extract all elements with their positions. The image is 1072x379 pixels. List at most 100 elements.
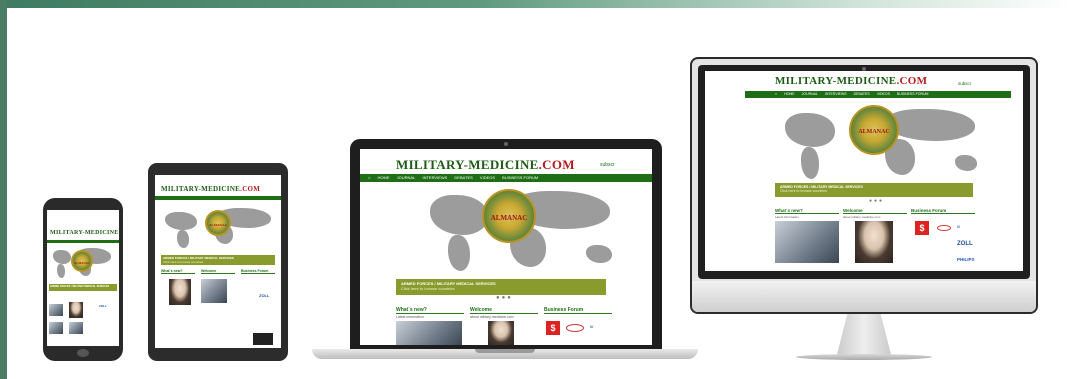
world-map[interactable]: ALMANAC <box>47 244 119 282</box>
news-photo[interactable] <box>396 321 462 345</box>
welcome-heading: Welcome <box>201 269 235 274</box>
logo-text: MILITARY-MEDICINE <box>775 75 897 87</box>
welcome-photo <box>488 321 514 345</box>
almanac-banner[interactable]: ARMED FORCES / MILITARY MEDICAL SERVICES… <box>775 183 973 197</box>
map-south-america <box>448 235 470 271</box>
world-map[interactable]: ALMANAC <box>155 202 281 254</box>
sponsor-logo-oval[interactable] <box>566 324 584 332</box>
almanac-emblem[interactable]: ALMANAC <box>205 210 231 236</box>
whats-new-heading: What´s new? <box>161 269 195 274</box>
language-switch[interactable]: subscr <box>600 162 615 168</box>
nav-home[interactable]: ⌂ <box>368 174 370 182</box>
almanac-emblem[interactable]: ALMANAC <box>849 105 899 155</box>
whats-new-heading: What´s new? <box>775 208 839 214</box>
almanac-banner[interactable]: ARMED FORCES / MILITARY MEDICAL SERVICES… <box>396 279 606 295</box>
nav-item[interactable]: DEBATES <box>854 91 870 98</box>
left-accent-bar <box>0 0 7 379</box>
monitor-screen: MILITARY-MEDICINE.COM subscr ⌂ HOME JOUR… <box>705 71 1023 271</box>
laptop-screen: MILITARY-MEDICINE.COM subscr ⌂ HOME JOUR… <box>360 149 652 345</box>
welcome-photo <box>69 302 83 318</box>
nav-item[interactable]: INTERVIEWS <box>422 174 447 182</box>
sponsor-logo-text[interactable]: /// <box>957 225 960 229</box>
whats-new-sub: Latest information <box>396 315 424 319</box>
nav-item[interactable]: BUSINESS FORUM <box>897 91 929 98</box>
nav-bar: ⌂ HOME JOURNAL INTERVIEWS DEBATES VIDEOS… <box>745 91 1011 98</box>
sponsor-zoll[interactable]: ZOLL <box>259 293 269 298</box>
nav-home[interactable]: ⌂ <box>775 91 777 98</box>
logo-tld: .COM <box>240 185 261 193</box>
business-forum-heading: Business Forum <box>241 269 275 274</box>
map-australia <box>955 155 977 171</box>
news-photo[interactable] <box>49 304 63 316</box>
welcome-sub: about military-medicine.com <box>470 315 514 319</box>
sponsor-logo-cross[interactable]: $ <box>546 321 560 335</box>
logo-text: MILITARY-MEDICINE <box>50 230 119 236</box>
map-americas <box>53 250 71 264</box>
tablet-device: MILITARY-MEDICINE.COM ALMANAC ARMED FORC… <box>148 163 288 361</box>
sponsor-logo-cross[interactable]: $ <box>915 221 929 235</box>
map-south-america <box>57 264 65 278</box>
sponsor-logo-oval[interactable] <box>937 225 951 231</box>
nav-item[interactable]: VIDEOS <box>480 174 495 182</box>
phone-device: MILITARY-MEDICINE.COM ALMANAC ARMED FORC… <box>43 198 123 361</box>
laptop-device: MILITARY-MEDICINE.COM subscr ⌂ HOME JOUR… <box>350 139 662 349</box>
map-americas <box>785 113 835 147</box>
site-logo[interactable]: MILITARY-MEDICINE.COM <box>396 157 575 173</box>
nav-bar: ⌂ HOME JOURNAL INTERVIEWS DEBATES VIDEOS… <box>360 174 652 182</box>
welcome-heading: Welcome <box>470 307 538 314</box>
nav-item[interactable]: BUSINESS FORUM <box>502 174 538 182</box>
welcome-photo <box>855 221 893 263</box>
top-accent-bar <box>0 0 1072 8</box>
nav-item[interactable]: JOURNAL <box>397 174 416 182</box>
site-logo[interactable]: MILITARY-MEDICINE.COM <box>775 75 927 87</box>
map-americas <box>165 212 197 230</box>
welcome-sub: about military-medicine.com <box>843 215 881 219</box>
sponsor-zoll[interactable]: ZOLL <box>99 304 107 308</box>
nav-bar <box>47 240 119 243</box>
desktop-monitor: MILITARY-MEDICINE.COM subscr ⌂ HOME JOUR… <box>690 57 1038 314</box>
logo-tld: .COM <box>538 157 575 172</box>
carousel-dots[interactable]: ●●● <box>496 295 513 301</box>
logo-text: MILITARY-MEDICINE <box>396 157 539 172</box>
sponsor-logo-text[interactable]: /// <box>590 324 593 329</box>
site-logo[interactable]: MILITARY-MEDICINE.COM <box>50 230 119 236</box>
banner-subtitle: Click here to browse countries <box>780 189 827 193</box>
site-logo[interactable]: MILITARY-MEDICINE.COM <box>161 185 260 193</box>
phone-home-button[interactable] <box>77 349 89 357</box>
sponsor-philips[interactable]: PHILIPS <box>957 257 975 262</box>
sponsor-zoll[interactable]: ZOLL <box>957 241 973 247</box>
video-thumb[interactable] <box>253 333 273 345</box>
world-map[interactable]: ALMANAC <box>360 183 652 283</box>
business-forum-heading: Business Forum <box>911 208 975 214</box>
whats-new-heading: What´s new? <box>396 307 464 314</box>
map-south-america <box>177 230 189 248</box>
tablet-screen: MILITARY-MEDICINE.COM ALMANAC ARMED FORC… <box>155 175 281 348</box>
news-photo-3[interactable] <box>69 322 83 334</box>
welcome-photo <box>169 279 191 305</box>
almanac-banner[interactable]: ARMED FORCES / MILITARY MEDICAL SERVICES… <box>161 255 275 265</box>
banner-subtitle: Click here to browse countries <box>163 260 204 264</box>
map-south-america <box>801 147 819 179</box>
news-photo[interactable] <box>775 221 839 263</box>
business-forum-heading: Business Forum <box>544 307 612 314</box>
nav-item[interactable]: VIDEOS <box>877 91 890 98</box>
almanac-emblem[interactable]: ALMANAC <box>71 250 93 272</box>
news-photo[interactable] <box>201 279 227 303</box>
nav-item[interactable]: DEBATES <box>454 174 472 182</box>
nav-bar <box>155 196 281 200</box>
map-australia <box>586 245 612 263</box>
monitor-stand <box>836 314 892 356</box>
news-photo-2[interactable] <box>49 322 63 334</box>
nav-item[interactable]: HOME <box>378 174 390 182</box>
world-map[interactable]: ALMANAC <box>775 101 995 187</box>
nav-item[interactable]: JOURNAL <box>802 91 818 98</box>
logo-tld: .COM <box>896 75 928 87</box>
banner-subtitle: Click here to browse countries <box>401 286 455 291</box>
nav-item[interactable]: INTERVIEWS <box>825 91 847 98</box>
almanac-banner[interactable]: ARMED FORCES / MILITARY MEDICAL SERVICES <box>49 284 117 291</box>
whats-new-sub: Latest information <box>775 215 799 219</box>
nav-item[interactable]: HOME <box>784 91 795 98</box>
language-switch[interactable]: subscr <box>958 81 971 86</box>
carousel-dots[interactable]: ●●● <box>869 198 884 204</box>
almanac-emblem[interactable]: ALMANAC <box>482 189 536 243</box>
